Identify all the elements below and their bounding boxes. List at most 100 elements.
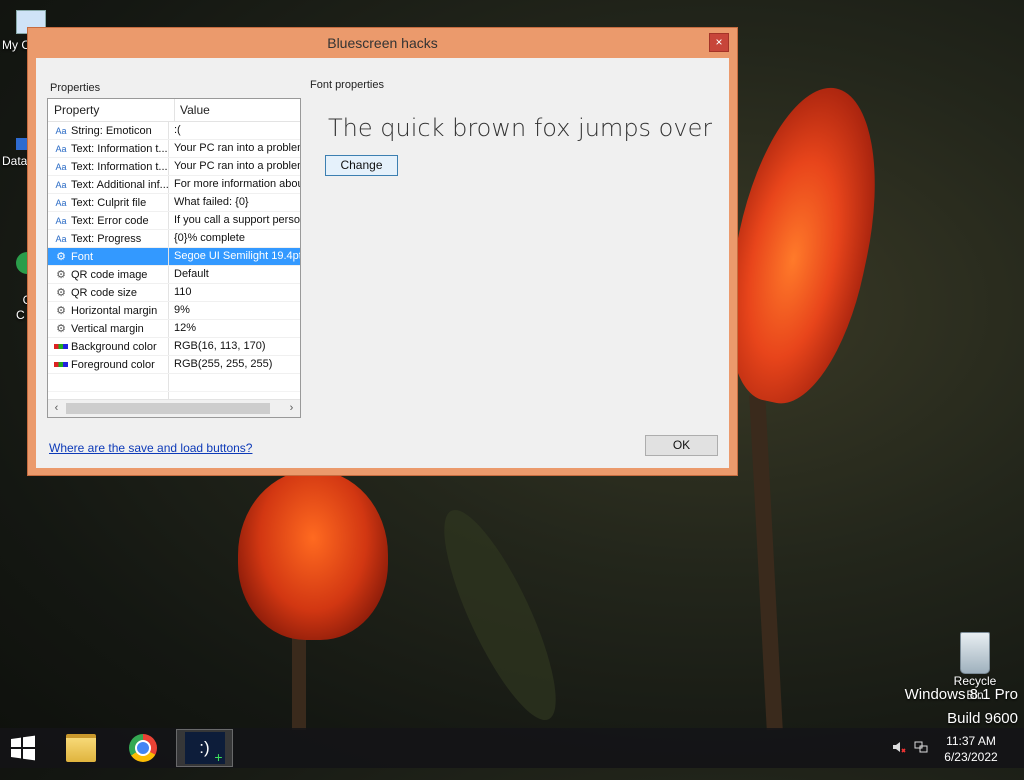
property-name-cell[interactable]: Aa Text: Additional inf... bbox=[48, 176, 169, 193]
property-name-cell[interactable]: ⚙ Vertical margin bbox=[48, 320, 169, 337]
property-name-cell[interactable]: Aa Text: Progress bbox=[48, 230, 169, 247]
property-name: Vertical margin bbox=[71, 322, 144, 335]
property-row[interactable]: ⚙ Vertical margin 12% bbox=[48, 320, 300, 338]
property-name-cell[interactable]: Aa Text: Culprit file bbox=[48, 194, 169, 211]
property-name: QR code size bbox=[71, 286, 138, 299]
gear-icon: ⚙ bbox=[56, 304, 66, 317]
gear-icon: ⚙ bbox=[56, 268, 66, 281]
ok-button[interactable]: OK bbox=[645, 435, 718, 456]
property-row[interactable]: Background color RGB(16, 113, 170) bbox=[48, 338, 300, 356]
sad-face-app-icon: :) + bbox=[184, 732, 225, 764]
property-value[interactable]: Your PC ran into a problem bbox=[169, 158, 300, 175]
scrollbar-thumb[interactable] bbox=[66, 403, 270, 414]
property-name-cell[interactable]: Aa Text: Information t... bbox=[48, 140, 169, 157]
grid-header: Property Value bbox=[48, 99, 300, 122]
system-clock[interactable]: 11:37 AM 6/23/2022 bbox=[936, 733, 1006, 773]
text-icon: Aa bbox=[55, 125, 67, 136]
column-header-value[interactable]: Value bbox=[175, 99, 300, 121]
property-value[interactable]: {0}% complete bbox=[169, 230, 300, 247]
property-name: Font bbox=[71, 250, 94, 263]
property-name-cell[interactable]: ⚙ QR code image bbox=[48, 266, 169, 283]
property-row[interactable]: ⚙ QR code size 110 bbox=[48, 284, 300, 302]
property-name: Foreground color bbox=[71, 358, 155, 371]
property-value[interactable]: 12% bbox=[169, 320, 300, 337]
wallpaper-stem bbox=[292, 630, 306, 730]
gear-icon: ⚙ bbox=[56, 286, 66, 299]
bluescreen-hacks-window: Bluescreen hacks × Properties Property V… bbox=[27, 27, 738, 476]
property-row[interactable]: Aa Text: Information t... Your PC ran into… bbox=[48, 158, 300, 176]
bluescreen-hacks-taskbar-button[interactable]: :) + bbox=[176, 729, 233, 767]
property-name-cell[interactable]: Foreground color bbox=[48, 356, 169, 373]
scroll-left-icon[interactable]: ‹ bbox=[48, 400, 65, 417]
property-name-cell[interactable]: Aa Text: Information t... bbox=[48, 158, 169, 175]
property-value[interactable]: :( bbox=[169, 122, 300, 139]
column-header-property[interactable]: Property bbox=[48, 99, 175, 121]
wallpaper-stem bbox=[749, 394, 783, 731]
wallpaper-leaf bbox=[424, 498, 576, 732]
property-row[interactable]: Aa Text: Progress {0}% complete bbox=[48, 230, 300, 248]
desktop-icon-data[interactable]: Data bbox=[2, 138, 28, 168]
window-title: Bluescreen hacks bbox=[327, 35, 438, 51]
property-name-cell[interactable]: ⚙ QR code size bbox=[48, 284, 169, 301]
save-load-help-link[interactable]: Where are the save and load buttons? bbox=[49, 441, 252, 455]
property-name: Text: Additional inf... bbox=[71, 178, 169, 191]
property-name-cell[interactable]: Aa String: Emoticon bbox=[48, 122, 169, 139]
change-font-button[interactable]: Change bbox=[325, 155, 398, 176]
network-icon[interactable] bbox=[914, 740, 928, 780]
property-value[interactable]: 110 bbox=[169, 284, 300, 301]
font-preview-text: The quick brown fox jumps over th bbox=[328, 114, 712, 142]
text-icon: Aa bbox=[55, 233, 67, 244]
file-explorer-button[interactable] bbox=[58, 729, 104, 767]
property-name: Text: Information t... bbox=[71, 142, 168, 155]
start-button[interactable] bbox=[0, 729, 46, 767]
property-value[interactable]: What failed: {0} bbox=[169, 194, 300, 211]
property-row[interactable]: Aa String: Emoticon:( bbox=[48, 122, 300, 140]
property-row[interactable]: Aa Text: Information t... Your PC ran into… bbox=[48, 140, 300, 158]
property-row[interactable]: ⚙ Font Segoe UI Semilight 19.4pt bbox=[48, 248, 300, 266]
property-row[interactable]: Aa Text: Error code If you call a support … bbox=[48, 212, 300, 230]
property-value[interactable]: RGB(255, 255, 255) bbox=[169, 356, 300, 373]
recycle-bin-icon bbox=[960, 632, 990, 674]
desktop-icon-label: My C bbox=[2, 38, 30, 52]
properties-label: Properties bbox=[50, 82, 101, 94]
property-name: Background color bbox=[71, 340, 157, 353]
desktop-icon-label: Data bbox=[2, 154, 28, 168]
property-value[interactable]: 9% bbox=[169, 302, 300, 319]
property-value[interactable]: Segoe UI Semilight 19.4pt bbox=[169, 248, 300, 265]
property-name: Text: Error code bbox=[71, 214, 149, 227]
text-icon: Aa bbox=[55, 197, 67, 208]
scroll-right-icon[interactable]: › bbox=[283, 400, 300, 417]
property-value[interactable]: Default bbox=[169, 266, 300, 283]
taskbar: :) + 11:37 AM 6/23/2022 bbox=[0, 728, 1024, 768]
property-name: Text: Information t... bbox=[71, 160, 168, 173]
windows-logo-icon bbox=[11, 735, 35, 761]
property-row[interactable]: ⚙ Horizontal margin 9% bbox=[48, 302, 300, 320]
volume-muted-icon[interactable] bbox=[892, 740, 906, 780]
close-button[interactable]: × bbox=[709, 33, 729, 52]
property-grid[interactable]: Property Value Aa String: Emoticon:(Aa Tex… bbox=[47, 98, 301, 418]
property-name-cell[interactable]: ⚙ Font bbox=[48, 248, 169, 265]
text-icon: Aa bbox=[55, 215, 67, 226]
os-edition-text: Windows 8.1 Pro bbox=[904, 686, 1018, 703]
gear-icon: ⚙ bbox=[56, 250, 66, 263]
property-value[interactable]: For more information about bbox=[169, 176, 300, 193]
property-name-cell[interactable]: Aa Text: Error code bbox=[48, 212, 169, 229]
clock-time: 11:37 AM bbox=[946, 734, 996, 748]
color-swatch-icon bbox=[54, 362, 68, 367]
property-value[interactable]: RGB(16, 113, 170) bbox=[169, 338, 300, 355]
color-swatch-icon bbox=[54, 344, 68, 349]
property-row[interactable]: Foreground color RGB(255, 255, 255) bbox=[48, 356, 300, 374]
property-name-cell[interactable]: Background color bbox=[48, 338, 169, 355]
property-row[interactable]: ⚙ QR code image Default bbox=[48, 266, 300, 284]
text-icon: Aa bbox=[55, 161, 67, 172]
chrome-button[interactable] bbox=[120, 729, 166, 767]
property-name: QR code image bbox=[71, 268, 148, 281]
property-row[interactable]: Aa Text: Culprit file What failed: {0} bbox=[48, 194, 300, 212]
property-name: Text: Culprit file bbox=[71, 196, 147, 209]
horizontal-scrollbar[interactable]: ‹ › bbox=[48, 399, 300, 417]
property-value[interactable]: If you call a support person bbox=[169, 212, 300, 229]
property-value[interactable]: Your PC ran into a problem bbox=[169, 140, 300, 157]
property-name-cell[interactable]: ⚙ Horizontal margin bbox=[48, 302, 169, 319]
property-row[interactable]: Aa Text: Additional inf... For more inform… bbox=[48, 176, 300, 194]
title-bar[interactable]: Bluescreen hacks × bbox=[28, 28, 737, 58]
